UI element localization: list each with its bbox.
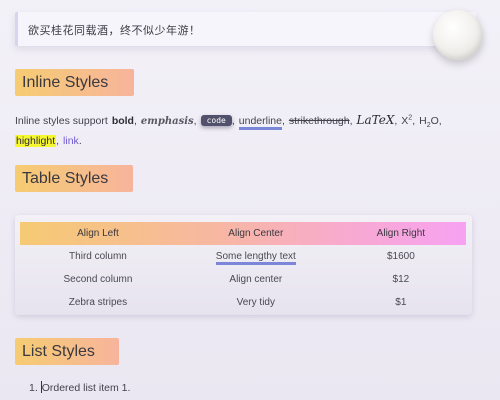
- table-row: Zebra stripes Very tidy $1: [20, 291, 466, 314]
- table-cell: $1: [395, 297, 407, 308]
- subscript-tail: O: [430, 115, 439, 127]
- floating-circle-button[interactable]: [433, 10, 483, 60]
- heading-table-styles: Table Styles: [15, 165, 133, 192]
- table-header-row: Align Left Align Center Align Right: [20, 222, 466, 245]
- heading-list-styles: List Styles: [15, 338, 119, 365]
- emphasis-text: emphasis: [140, 116, 194, 127]
- table-cell: Some lengthy text: [176, 245, 336, 268]
- list-marker: 1.: [29, 382, 38, 394]
- header-align-center: Align Center: [228, 228, 284, 239]
- table-cell: Second column: [63, 274, 133, 285]
- table-card: Align Left Align Center Align Right Thir…: [15, 215, 472, 315]
- intro-text: Inline styles support: [15, 115, 108, 127]
- table-cell: Third column: [69, 251, 127, 262]
- period: .: [78, 135, 82, 147]
- separator: ,: [231, 115, 235, 127]
- separator: ,: [133, 115, 137, 127]
- table-cell: Zebra stripes: [68, 297, 128, 308]
- table-cell: Very tidy: [236, 297, 275, 308]
- inline-link[interactable]: link: [63, 135, 79, 147]
- separator: ,: [394, 115, 398, 127]
- table-row: Third column Some lengthy text $1600: [20, 245, 466, 268]
- header-align-left: Align Left: [77, 228, 119, 239]
- latex-logo: LaTeX: [356, 113, 395, 127]
- subscript-base: H: [419, 115, 427, 127]
- highlighted-text: highlight: [15, 135, 57, 147]
- separator: ,: [349, 115, 353, 127]
- inline-code: code: [200, 115, 232, 126]
- underlined-cell-text: Some lengthy text: [215, 251, 296, 265]
- table-cell: $1600: [386, 251, 415, 262]
- table-cell: Align center: [229, 274, 283, 285]
- bold-text: bold: [111, 115, 134, 127]
- separator: ,: [193, 115, 197, 127]
- inline-paragraph-line1: Inline styles support bold, emphasis, code,…: [15, 113, 477, 130]
- strikethrough-text: strikethrough: [288, 115, 350, 127]
- quote-text: 欲买桂花同载酒，终不似少年游！: [28, 24, 201, 37]
- separator: ,: [281, 115, 285, 127]
- separator: ,: [56, 135, 60, 147]
- header-align-right: Align Right: [376, 228, 426, 239]
- separator: ,: [412, 115, 416, 127]
- separator: ,: [438, 115, 442, 127]
- underline-text: underline: [238, 115, 282, 130]
- table-row: Second column Align center $12: [20, 268, 466, 291]
- quote-banner: 欲买桂花同载酒，终不似少年游！: [15, 12, 476, 46]
- styled-table: Align Left Align Center Align Right Thir…: [20, 222, 466, 314]
- heading-inline-styles: Inline Styles: [15, 69, 134, 96]
- list-item[interactable]: Ordered list item 1.: [42, 382, 131, 394]
- table-cell: $12: [392, 274, 410, 285]
- inline-paragraph-line2: highlight, link.: [15, 135, 477, 147]
- ordered-list: 1. Ordered list item 1.: [29, 381, 130, 394]
